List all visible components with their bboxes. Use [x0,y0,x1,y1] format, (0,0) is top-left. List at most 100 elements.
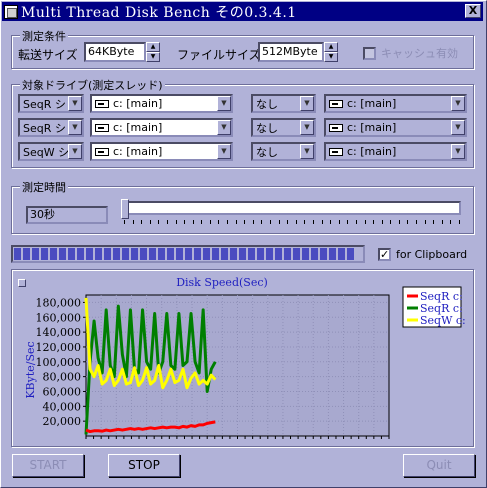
drive-icon [95,147,109,156]
checkbox-icon[interactable] [363,46,376,60]
drive-select-2[interactable]: c: [main] ▼ [90,118,233,137]
option-select-1[interactable]: なし ▼ [251,94,316,113]
check-icon[interactable]: ✓ [378,248,391,261]
slider-tick [296,220,297,224]
progress-segment [266,248,273,260]
slider-tick [270,220,271,224]
measure-time-value: 30秒 [26,206,108,224]
progress-segment [347,248,354,260]
progress-segment [95,248,102,260]
slider-tick [236,220,237,224]
progress-segment [104,248,111,260]
drive2-select-1[interactable]: c: [main] ▼ [324,94,467,113]
progress-segment [167,248,174,260]
option-select-2[interactable]: なし ▼ [251,118,316,137]
measure-time-legend: 測定時間 [20,179,68,195]
chart-toggle-button[interactable] [18,279,26,287]
progress-segment [158,248,165,260]
spin-up-icon[interactable]: ▲ [146,42,160,52]
progress-segment [113,248,120,260]
progress-segment [257,248,264,260]
chevron-down-icon[interactable]: ▼ [300,120,314,135]
slider-tick [347,220,348,224]
drive-select-value: c: [main] [113,97,163,110]
time-slider-thumb[interactable] [121,199,129,219]
slider-tick [425,220,426,224]
progress-segment [86,248,93,260]
slider-tick [322,220,323,224]
title-bar[interactable]: Multi Thread Disk Bench その0.3.4.1 X [2,2,483,21]
progress-segment [275,248,282,260]
slider-tick [365,220,366,224]
mode-select-2[interactable]: SeqR シ ▼ [18,118,84,137]
slider-tick [279,220,280,224]
slider-tick [373,220,374,224]
drive2-select-value: c: [main] [347,97,397,110]
progress-segment [50,248,57,260]
progress-segment [149,248,156,260]
progress-segment [59,248,66,260]
target-drives-legend: 対象ドライブ(測定スレッド) [20,77,165,93]
slider-tick [442,220,443,224]
chevron-down-icon[interactable]: ▼ [451,96,465,111]
mode-select-value: SeqR シ [23,121,66,135]
start-button[interactable]: START [12,454,84,477]
drive2-select-value: c: [main] [347,145,397,158]
drive2-select-3[interactable]: c: [main] ▼ [324,142,467,161]
slider-tick [210,220,211,224]
progress-segment [329,248,336,260]
slider-tick [450,220,451,224]
chevron-down-icon[interactable]: ▼ [300,144,314,159]
progress-segment [23,248,30,260]
transfer-size-spinner[interactable]: 64KByte ▲ ▼ [84,42,160,62]
chevron-down-icon[interactable]: ▼ [217,96,231,111]
drive-select-3[interactable]: c: [main] ▼ [90,142,233,161]
chevron-down-icon[interactable]: ▼ [68,96,82,111]
drive-icon [95,99,109,108]
stop-button[interactable]: STOP [108,454,180,477]
progress-segment [194,248,201,260]
slider-tick [339,220,340,224]
drive2-select-2[interactable]: c: [main] ▼ [324,118,467,137]
chevron-down-icon[interactable]: ▼ [217,144,231,159]
slider-tick [218,220,219,224]
drive-select-1[interactable]: c: [main] ▼ [90,94,233,113]
spin-down-icon[interactable]: ▼ [146,52,160,62]
drive-icon [329,147,343,156]
chevron-down-icon[interactable]: ▼ [217,120,231,135]
progress-segment [131,248,138,260]
slider-tick [313,220,314,224]
transfer-size-field[interactable]: 64KByte [84,42,146,62]
slider-tick [416,220,417,224]
chevron-down-icon[interactable]: ▼ [451,120,465,135]
mode-select-1[interactable]: SeqR シ ▼ [18,94,84,113]
file-size-label: ファイルサイズ [177,48,261,62]
progress-segment [338,248,345,260]
progress-segment [230,248,237,260]
slider-tick [399,220,400,224]
close-button[interactable]: X [465,4,481,18]
chevron-down-icon[interactable]: ▼ [68,120,82,135]
progress-segment [302,248,309,260]
chevron-down-icon[interactable]: ▼ [300,96,314,111]
spin-down-icon[interactable]: ▼ [324,52,338,62]
window-title: Multi Thread Disk Bench その0.3.4.1 [21,4,297,21]
progress-segment [221,248,228,260]
file-size-field[interactable]: 512MByte [258,42,324,62]
clipboard-checkbox[interactable]: ✓ for Clipboard [378,248,467,261]
chevron-down-icon[interactable]: ▼ [68,144,82,159]
slider-tick [261,220,262,224]
chevron-down-icon[interactable]: ▼ [451,144,465,159]
mode-select-3[interactable]: SeqW シ ▼ [18,142,84,161]
mode-select-value: SeqW シ [23,145,68,159]
quit-button[interactable]: Quit [403,454,475,477]
option-select-3[interactable]: なし ▼ [251,142,316,161]
slider-tick [227,220,228,224]
spin-up-icon[interactable]: ▲ [324,42,338,52]
slider-tick [382,220,383,224]
time-slider-track[interactable] [124,201,461,215]
slider-tick [356,220,357,224]
progress-segment [122,248,129,260]
cache-checkbox[interactable]: キャッシュ有効 [363,45,458,61]
file-size-spinner[interactable]: 512MByte ▲ ▼ [258,42,338,62]
